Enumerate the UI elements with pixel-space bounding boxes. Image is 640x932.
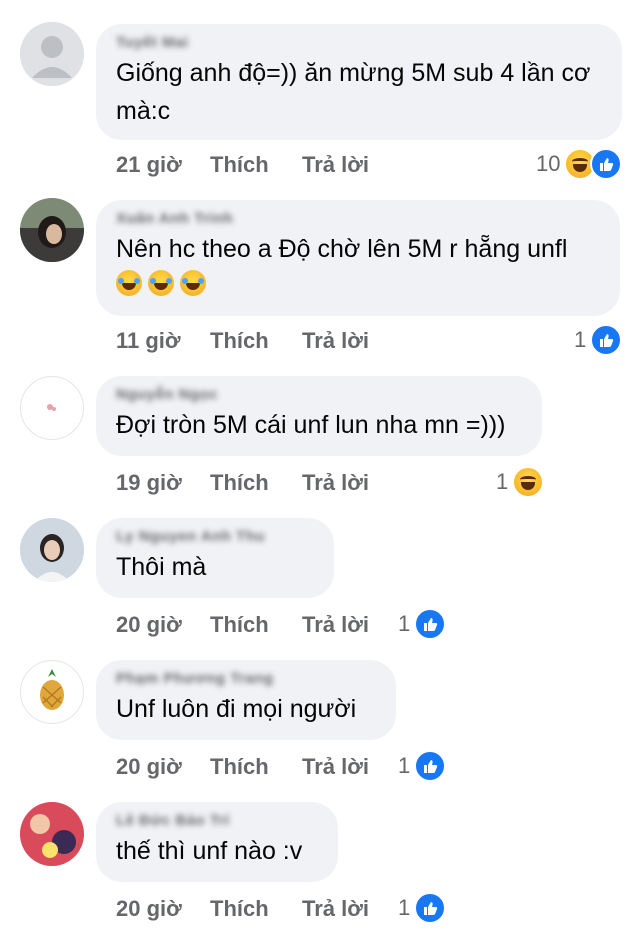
reply-button[interactable]: Trả lời (302, 152, 369, 178)
comment-bubble: Xuân Anh Trinh Nên hc theo a Độ chờ lên … (96, 200, 620, 316)
reply-button[interactable]: Trả lời (302, 896, 369, 922)
reaction-count: 1 (574, 327, 587, 352)
comment-author[interactable]: Phạm Phương Trang (116, 670, 376, 690)
comment-text: Nên hc theo a Độ chờ lên 5M r hẵng unfl (116, 235, 568, 263)
comment-bubble: Ly Nguyen Anh Thu Thôi mà (96, 518, 334, 598)
comment-author[interactable]: Tuyết Mai (116, 34, 602, 54)
reaction-summary[interactable]: 1 (398, 750, 447, 782)
laugh-cry-icon (180, 270, 206, 296)
haha-icon (512, 466, 545, 498)
avatar[interactable] (20, 660, 84, 724)
comment-time[interactable]: 20 giờ (116, 754, 182, 780)
reaction-count: 1 (398, 611, 411, 636)
like-icon (414, 608, 447, 640)
comment-bubble: Phạm Phương Trang Unf luôn đi mọi người (96, 660, 396, 740)
comment-time[interactable]: 19 giờ (116, 470, 182, 496)
comment-author[interactable]: Xuân Anh Trinh (116, 210, 600, 230)
like-icon (590, 148, 623, 180)
reaction-summary[interactable]: 1 (398, 892, 447, 924)
reply-button[interactable]: Trả lời (302, 612, 369, 638)
comment-author[interactable]: Lê Đức Bảo Trí (116, 812, 318, 832)
comment-text: Đợi tròn 5M cái unf lun nha mn =))) (116, 411, 506, 439)
like-button[interactable]: Thích (210, 470, 269, 496)
comment-text: thế thì unf nào :v (116, 837, 303, 865)
like-icon (590, 324, 623, 356)
avatar[interactable] (20, 22, 84, 86)
reaction-count: 1 (398, 753, 411, 778)
avatar[interactable] (20, 802, 84, 866)
comment-time[interactable]: 11 giờ (116, 328, 181, 354)
reply-button[interactable]: Trả lời (302, 470, 369, 496)
comment-bubble: Lê Đức Bảo Trí thế thì unf nào :v (96, 802, 338, 882)
avatar[interactable] (20, 518, 84, 582)
like-button[interactable]: Thích (210, 754, 269, 780)
comment-text: Thôi mà (116, 553, 207, 581)
reply-button[interactable]: Trả lời (302, 328, 369, 354)
like-button[interactable]: Thích (210, 896, 269, 922)
reaction-summary[interactable]: 10 (536, 148, 623, 180)
comment-bubble: Tuyết Mai Giống anh độ=)) ăn mừng 5M sub… (96, 24, 622, 140)
laugh-cry-icon (148, 270, 174, 296)
comment-time[interactable]: 21 giờ (116, 152, 182, 178)
avatar[interactable] (20, 376, 84, 440)
comment-author[interactable]: Nguyễn Ngọc (116, 386, 522, 406)
reaction-summary[interactable]: 1 (496, 466, 545, 498)
comment-bubble: Nguyễn Ngọc Đợi tròn 5M cái unf lun nha … (96, 376, 542, 456)
like-icon (414, 750, 447, 782)
avatar[interactable] (20, 198, 84, 262)
reaction-summary[interactable]: 1 (398, 608, 447, 640)
like-button[interactable]: Thích (210, 612, 269, 638)
reaction-count: 1 (398, 895, 411, 920)
reaction-count: 10 (536, 151, 561, 176)
reaction-summary[interactable]: 1 (574, 324, 623, 356)
emoji-line (116, 270, 600, 296)
like-button[interactable]: Thích (210, 328, 269, 354)
reaction-count: 1 (496, 469, 509, 494)
like-button[interactable]: Thích (210, 152, 269, 178)
comment-author[interactable]: Ly Nguyen Anh Thu (116, 528, 314, 548)
comment-time[interactable]: 20 giờ (116, 612, 182, 638)
comment-text: Giống anh độ=)) ăn mừng 5M sub 4 lần cơ … (116, 59, 591, 125)
comment-text: Unf luôn đi mọi người (116, 695, 357, 723)
like-icon (414, 892, 447, 924)
laugh-cry-icon (116, 270, 142, 296)
comment-time[interactable]: 20 giờ (116, 896, 182, 922)
reply-button[interactable]: Trả lời (302, 754, 369, 780)
